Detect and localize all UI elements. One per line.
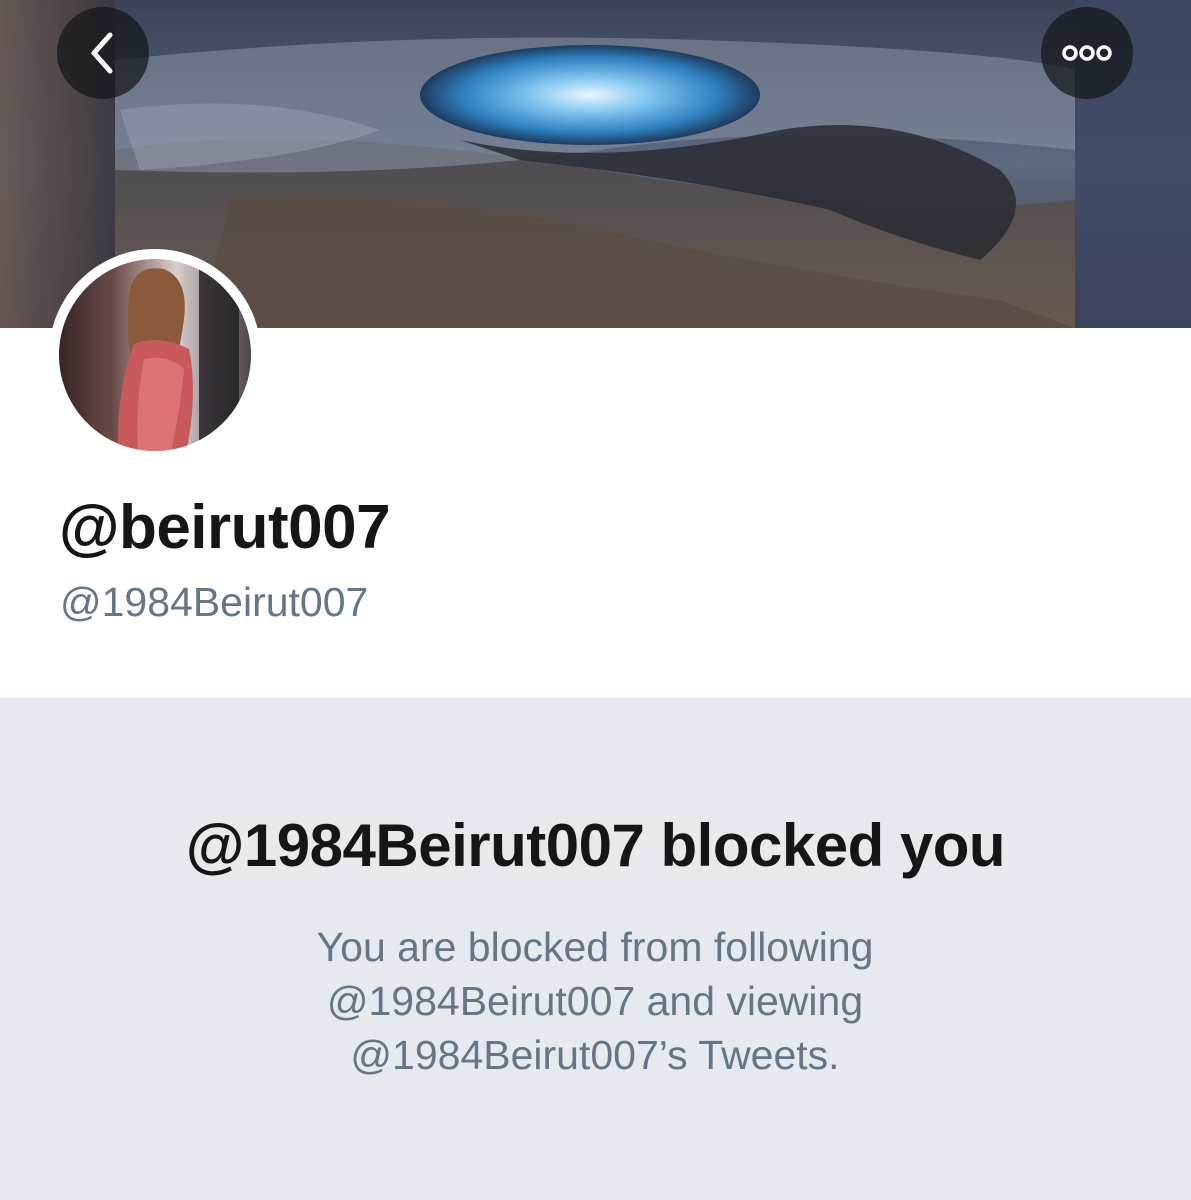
avatar[interactable]	[49, 249, 261, 461]
back-button[interactable]	[57, 7, 149, 99]
profile-handle: @1984Beirut007	[60, 579, 369, 625]
profile-display-name: @beirut007	[59, 493, 391, 562]
blocked-notice-panel: @1984Beirut007 blocked you You are block…	[0, 698, 1191, 1200]
more-options-button[interactable]	[1041, 7, 1133, 99]
chevron-left-icon	[83, 29, 123, 77]
blocked-message: You are blocked from following @1984Beir…	[316, 924, 874, 1078]
more-horizontal-icon	[1061, 43, 1113, 63]
blocked-title: @1984Beirut007 blocked you	[185, 812, 1006, 879]
profile-page: @beirut007 @1984Beirut007 @1984Beirut007…	[0, 0, 1191, 1200]
